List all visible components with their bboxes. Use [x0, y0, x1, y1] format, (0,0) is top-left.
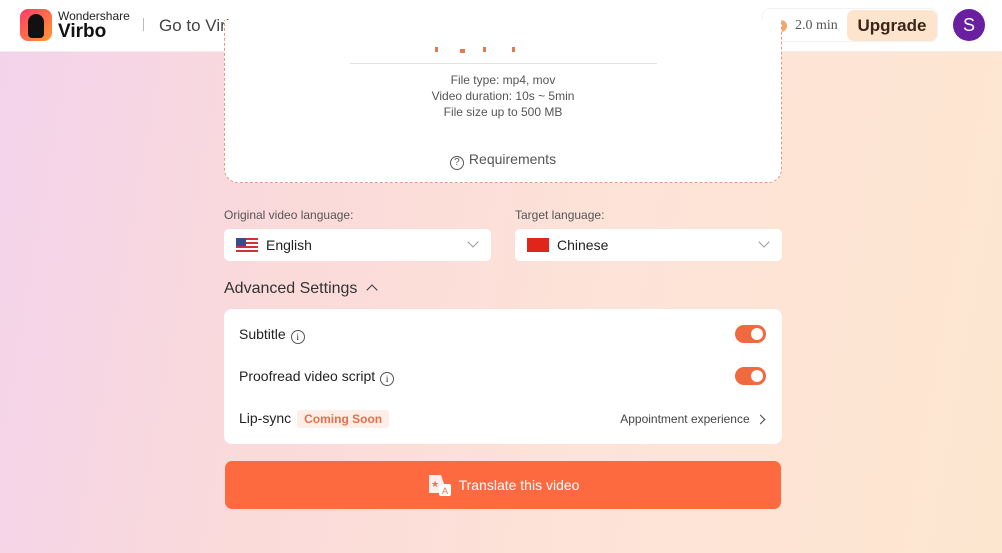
china-flag-icon: [527, 238, 549, 252]
subtitle-row: Subtitle i: [239, 326, 305, 344]
upload-dropzone[interactable]: File type: mp4, mov Video duration: 10s …: [224, 20, 782, 183]
advanced-settings-title: Advanced Settings: [224, 280, 358, 297]
credits-box: 2.0 min Upgrade: [762, 8, 938, 42]
requirements-link[interactable]: ? Requirements: [225, 151, 781, 170]
video-duration: Video duration: 10s ~ 5min: [431, 89, 575, 103]
proofread-label: Proofread video script: [239, 368, 376, 384]
upload-heading-clipped: [435, 47, 515, 53]
advanced-settings-toggle[interactable]: Advanced Settings: [224, 280, 378, 298]
lipsync-row: Lip-sync Coming Soon: [239, 410, 390, 428]
original-language-select[interactable]: English: [224, 229, 491, 261]
translate-label: Translate this video: [458, 477, 580, 493]
target-language-select[interactable]: Chinese: [515, 229, 782, 261]
proofread-toggle[interactable]: [735, 367, 766, 385]
file-type: File type: mp4, mov: [450, 73, 556, 87]
proofread-row: Proofread video script i: [239, 368, 395, 386]
appointment-label: Appointment experience: [620, 412, 750, 426]
info-icon[interactable]: i: [380, 372, 395, 386]
divider: [350, 63, 657, 64]
chevron-up-icon: [366, 284, 378, 296]
chevron-down-icon: [467, 236, 479, 248]
upload-info: File type: mp4, mov Video duration: 10s …: [225, 72, 781, 120]
appointment-experience-link[interactable]: Appointment experience: [620, 412, 766, 426]
credits-remaining: 2.0 min: [795, 18, 838, 33]
coming-soon-badge: Coming Soon: [297, 410, 390, 428]
question-icon: ?: [449, 156, 464, 170]
translate-video-button[interactable]: A ★ Translate this video: [225, 461, 781, 509]
chevron-right-icon: [755, 414, 766, 425]
subtitle-toggle[interactable]: [735, 325, 766, 343]
info-icon[interactable]: i: [290, 330, 305, 344]
subtitle-label: Subtitle: [239, 326, 286, 342]
target-language-label: Target language:: [515, 208, 605, 222]
original-language-value: English: [266, 237, 312, 253]
file-size: File size up to 500 MB: [443, 105, 563, 119]
requirements-label: Requirements: [468, 151, 557, 167]
translate-icon: A★: [428, 475, 451, 496]
svg-text:★: ★: [431, 479, 439, 489]
us-flag-icon: [236, 238, 258, 252]
advanced-settings-panel: Subtitle i Proofread video script i Lip-sy…: [224, 309, 782, 444]
virbo-logo-icon[interactable]: [20, 9, 52, 41]
divider: [143, 18, 144, 31]
lipsync-label: Lip-sync: [239, 410, 292, 426]
upgrade-button[interactable]: Upgrade: [847, 10, 937, 41]
svg-text:A: A: [442, 486, 448, 496]
original-language-label: Original video language:: [224, 208, 354, 222]
target-language-value: Chinese: [557, 237, 609, 253]
avatar[interactable]: S: [953, 9, 985, 41]
brand[interactable]: Wondershare Virbo: [58, 10, 130, 41]
chevron-down-icon: [758, 236, 770, 248]
brand-large: Virbo: [58, 21, 107, 42]
